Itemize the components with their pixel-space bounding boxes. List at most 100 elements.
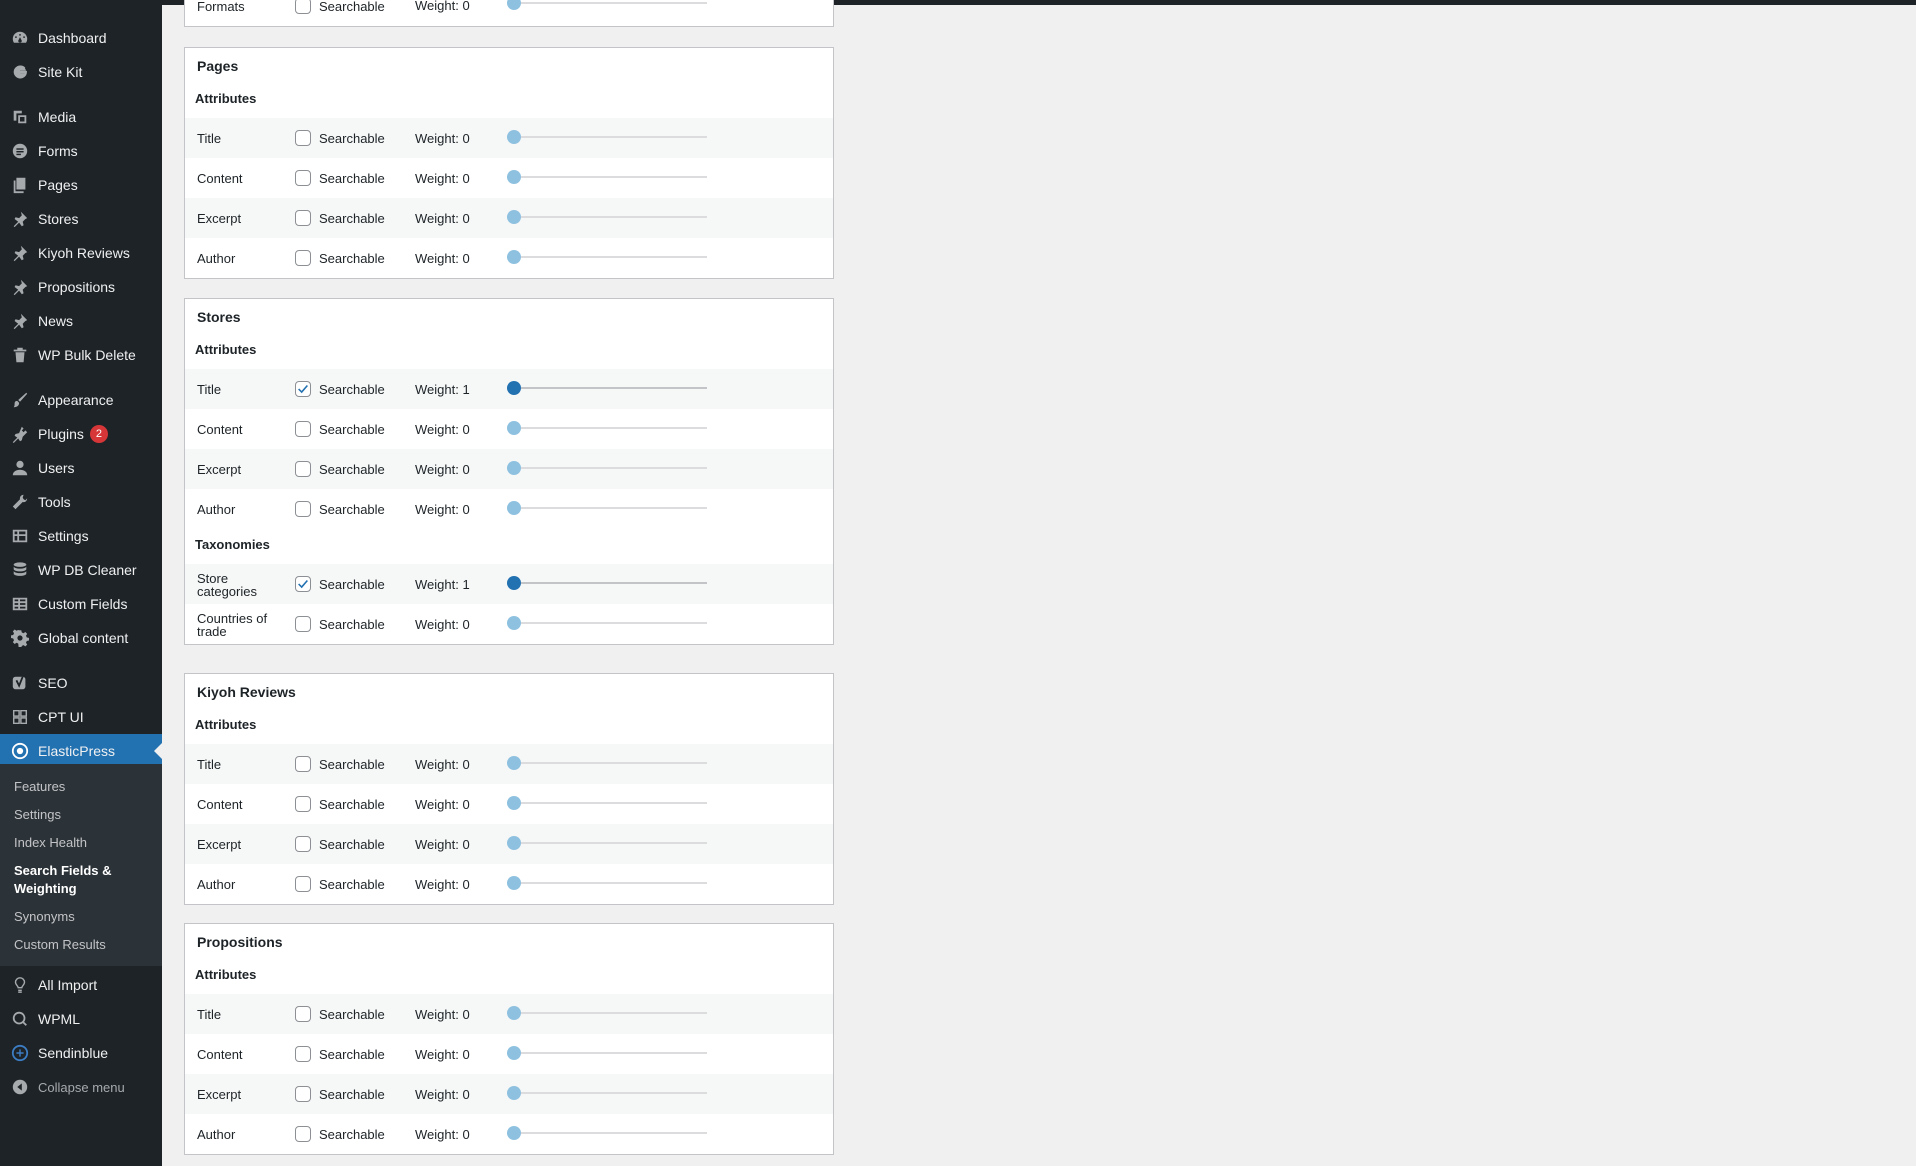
weight-slider[interactable] xyxy=(507,1126,707,1140)
sidebar-item-news[interactable]: News xyxy=(0,304,162,338)
collapse-menu-button[interactable]: Collapse menu xyxy=(0,1070,162,1104)
collapse-icon xyxy=(8,1078,32,1096)
weight-value: Weight: 0 xyxy=(415,171,470,186)
sidebar-item-tools[interactable]: Tools xyxy=(0,485,162,519)
sidebar-item-stores[interactable]: Stores xyxy=(0,202,162,236)
field-row: Title Searchable Weight: 0 xyxy=(185,118,833,158)
plugin-icon xyxy=(8,425,32,443)
slider-track xyxy=(507,762,707,764)
sidebar-item-wp-db-cleaner[interactable]: WP DB Cleaner xyxy=(0,553,162,587)
slider-thumb[interactable] xyxy=(507,501,521,515)
searchable-checkbox[interactable] xyxy=(295,576,311,592)
searchable-checkbox[interactable] xyxy=(295,421,311,437)
sidebar-item-forms[interactable]: Forms xyxy=(0,134,162,168)
searchable-checkbox[interactable] xyxy=(295,0,311,14)
searchable-checkbox[interactable] xyxy=(295,756,311,772)
sidebar-item-sendinblue[interactable]: Sendinblue xyxy=(0,1036,162,1070)
weight-slider[interactable] xyxy=(507,250,707,264)
searchable-checkbox[interactable] xyxy=(295,616,311,632)
weight-slider[interactable] xyxy=(507,381,707,395)
slider-thumb[interactable] xyxy=(507,170,521,184)
submenu-settings[interactable]: Settings xyxy=(14,806,154,824)
slider-thumb[interactable] xyxy=(507,461,521,475)
weight-slider[interactable] xyxy=(507,836,707,850)
searchable-checkbox[interactable] xyxy=(295,836,311,852)
weight-slider[interactable] xyxy=(507,616,707,630)
searchable-checkbox[interactable] xyxy=(295,250,311,266)
sidebar-item-label: Stores xyxy=(38,211,79,227)
weight-slider[interactable] xyxy=(507,421,707,435)
sidebar-item-appearance[interactable]: Appearance xyxy=(0,383,162,417)
wpml-icon xyxy=(8,1010,32,1028)
slider-thumb[interactable] xyxy=(507,1086,521,1100)
sidebar-item-dashboard[interactable]: Dashboard xyxy=(0,21,162,55)
sidebar-item-elasticpress[interactable]: ElasticPress xyxy=(0,734,162,768)
sidebar-item-wpml[interactable]: WPML xyxy=(0,1002,162,1036)
sidebar-item-settings[interactable]: Settings xyxy=(0,519,162,553)
sidebar-item-site-kit[interactable]: Site Kit xyxy=(0,55,162,89)
sidebar-item-custom-fields[interactable]: Custom Fields xyxy=(0,587,162,621)
searchable-checkbox[interactable] xyxy=(295,796,311,812)
searchable-checkbox[interactable] xyxy=(295,876,311,892)
sidebar-item-seo[interactable]: SEO xyxy=(0,666,162,700)
slider-thumb[interactable] xyxy=(507,876,521,890)
sidebar-item-global-content[interactable]: Global content xyxy=(0,621,162,655)
slider-thumb[interactable] xyxy=(507,1046,521,1060)
sidebar-item-kiyoh-reviews[interactable]: Kiyoh Reviews xyxy=(0,236,162,270)
sidebar-item-pages[interactable]: Pages xyxy=(0,168,162,202)
sidebar-item-cpt-ui[interactable]: CPT UI xyxy=(0,700,162,734)
sidebar-item-propositions[interactable]: Propositions xyxy=(0,270,162,304)
slider-thumb[interactable] xyxy=(507,421,521,435)
slider-thumb[interactable] xyxy=(507,1006,521,1020)
weight-slider[interactable] xyxy=(507,130,707,144)
weight-slider[interactable] xyxy=(507,576,707,590)
searchable-checkbox[interactable] xyxy=(295,1046,311,1062)
plugins-update-badge: 2 xyxy=(89,425,108,443)
searchable-checkbox[interactable] xyxy=(295,210,311,226)
weight-slider[interactable] xyxy=(507,0,707,10)
searchable-checkbox[interactable] xyxy=(295,1006,311,1022)
submenu-index-health[interactable]: Index Health xyxy=(14,834,154,852)
searchable-checkbox[interactable] xyxy=(295,1126,311,1142)
searchable-checkbox[interactable] xyxy=(295,170,311,186)
slider-thumb[interactable] xyxy=(507,250,521,264)
slider-thumb[interactable] xyxy=(507,576,521,590)
weight-slider[interactable] xyxy=(507,1046,707,1060)
slider-thumb[interactable] xyxy=(507,836,521,850)
slider-thumb[interactable] xyxy=(507,616,521,630)
sidebar-item-wp-bulk-delete[interactable]: WP Bulk Delete xyxy=(0,338,162,372)
sidebar-item-all-import[interactable]: All Import xyxy=(0,968,162,1002)
sidebar-item-users[interactable]: Users xyxy=(0,451,162,485)
sidebar-item-plugins[interactable]: Plugins 2 xyxy=(0,417,162,451)
searchable-checkbox[interactable] xyxy=(295,461,311,477)
submenu-custom-results[interactable]: Custom Results xyxy=(14,936,154,954)
weight-slider[interactable] xyxy=(507,461,707,475)
weight-value: Weight: 0 xyxy=(415,462,470,477)
submenu-synonyms[interactable]: Synonyms xyxy=(14,908,154,926)
weight-slider[interactable] xyxy=(507,1006,707,1020)
slider-thumb[interactable] xyxy=(507,796,521,810)
weight-slider[interactable] xyxy=(507,876,707,890)
settings-icon xyxy=(8,527,32,545)
weight-slider[interactable] xyxy=(507,756,707,770)
slider-thumb[interactable] xyxy=(507,756,521,770)
slider-thumb[interactable] xyxy=(507,130,521,144)
searchable-checkbox[interactable] xyxy=(295,381,311,397)
submenu-search-fields-weighting[interactable]: Search Fields & Weighting xyxy=(14,862,154,898)
weight-slider[interactable] xyxy=(507,170,707,184)
slider-track xyxy=(507,136,707,138)
slider-thumb[interactable] xyxy=(507,210,521,224)
slider-thumb[interactable] xyxy=(507,1126,521,1140)
weight-slider[interactable] xyxy=(507,796,707,810)
submenu-features[interactable]: Features xyxy=(14,778,154,796)
searchable-checkbox[interactable] xyxy=(295,130,311,146)
field-row: Excerpt Searchable Weight: 0 xyxy=(185,1074,833,1114)
slider-thumb[interactable] xyxy=(507,0,521,10)
weight-slider[interactable] xyxy=(507,501,707,515)
slider-thumb[interactable] xyxy=(507,381,521,395)
searchable-checkbox[interactable] xyxy=(295,1086,311,1102)
searchable-checkbox[interactable] xyxy=(295,501,311,517)
weight-slider[interactable] xyxy=(507,210,707,224)
sidebar-item-media[interactable]: Media xyxy=(0,100,162,134)
weight-slider[interactable] xyxy=(507,1086,707,1100)
